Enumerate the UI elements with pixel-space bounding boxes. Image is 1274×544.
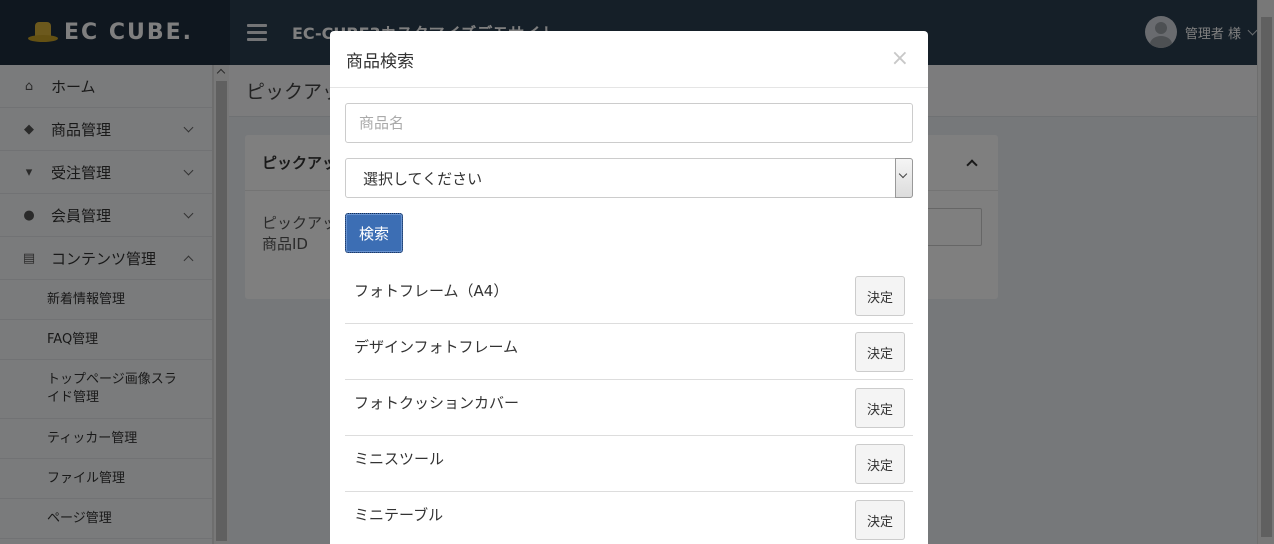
search-button[interactable]: 検索 [345, 213, 403, 253]
result-row: フォトクッションカバー 決定 [345, 380, 913, 436]
close-icon[interactable]: × [891, 48, 909, 70]
decide-button[interactable]: 決定 [855, 500, 905, 540]
category-select[interactable]: 選択してください [345, 158, 913, 198]
result-row: デザインフォトフレーム 決定 [345, 324, 913, 380]
result-row: ミニテーブル 決定 [345, 492, 913, 544]
result-name: フォトクッションカバー [354, 394, 520, 412]
decide-button[interactable]: 決定 [855, 332, 905, 372]
search-results: フォトフレーム（A4） 決定 デザインフォトフレーム 決定 フォトクッションカバ… [345, 268, 913, 544]
result-row: ミニスツール 決定 [345, 436, 913, 492]
result-name: ミニテーブル [354, 506, 444, 524]
decide-button[interactable]: 決定 [855, 444, 905, 484]
select-arrow-button[interactable] [895, 158, 913, 198]
category-select-value: 選択してください [363, 169, 483, 188]
result-row: フォトフレーム（A4） 決定 [345, 268, 913, 324]
decide-button[interactable]: 決定 [855, 276, 905, 316]
chevron-down-icon [898, 169, 908, 179]
result-name: デザインフォトフレーム [354, 338, 519, 356]
result-name: フォトフレーム（A4） [354, 282, 509, 300]
result-name: ミニスツール [354, 450, 445, 468]
product-name-input[interactable] [345, 103, 913, 143]
product-search-modal: 商品検索 × 選択してください 検索 フォトフレーム（A4） 決定 デザインフォ… [330, 31, 928, 544]
decide-button[interactable]: 決定 [855, 388, 905, 428]
modal-title: 商品検索 [330, 31, 928, 88]
